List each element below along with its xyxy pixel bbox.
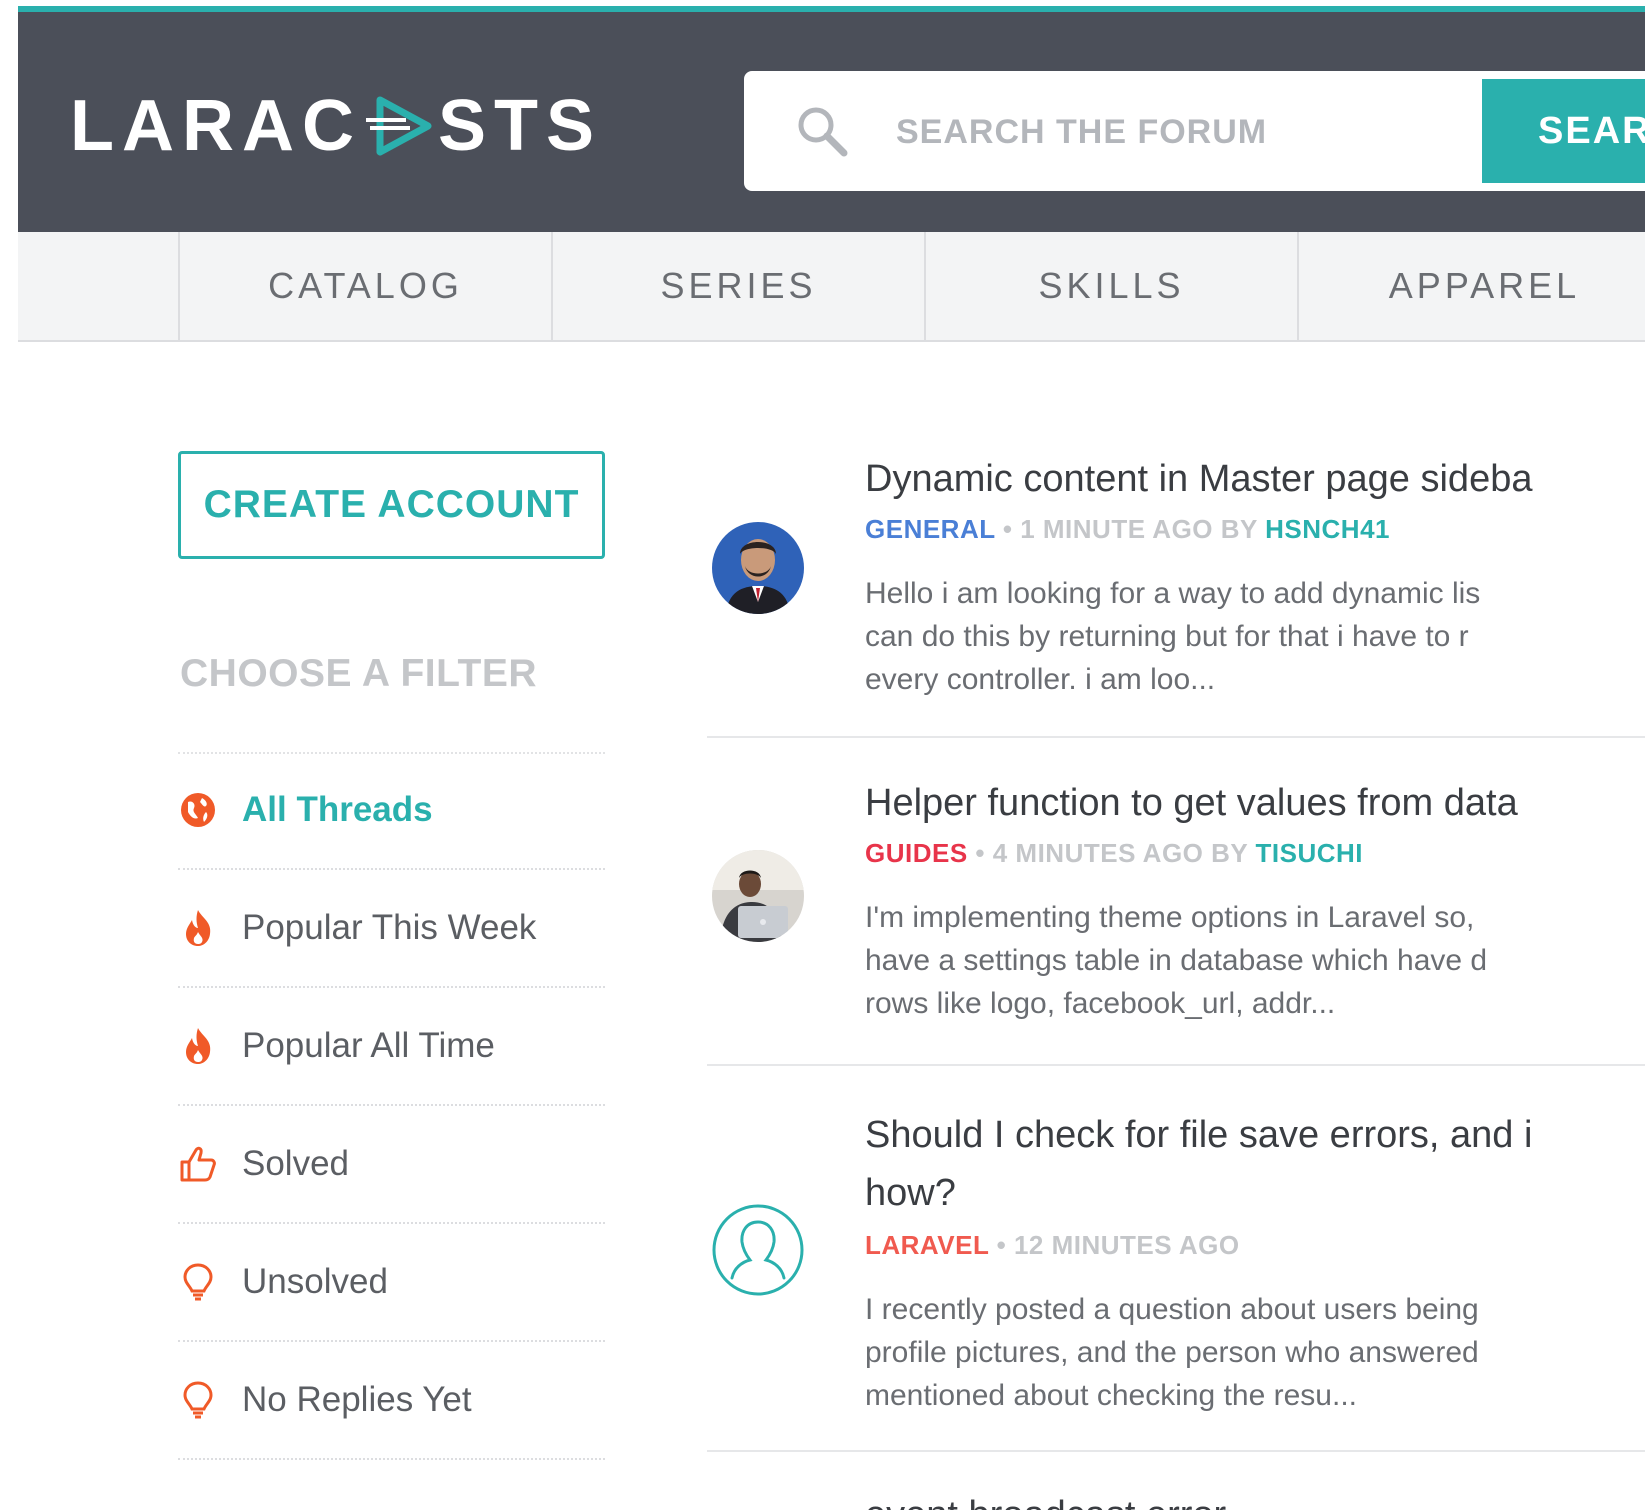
filter-label: Popular This Week <box>242 908 537 947</box>
thread-category[interactable]: GUIDES <box>865 838 968 868</box>
nav-item-series[interactable]: SERIES <box>551 232 924 340</box>
thread-excerpt: Hello i am looking for a way to add dyna… <box>865 577 1481 696</box>
thread-category[interactable]: LARAVEL <box>865 1230 989 1260</box>
logo-text-left: LARAC <box>70 86 362 166</box>
thread-title[interactable]: Helper function to get values from data <box>865 774 1518 832</box>
logo-text-right: STS <box>437 86 602 166</box>
filter-leaderboard[interactable] <box>178 1460 605 1510</box>
page: LARAC STS SEARCH CATALOG SERIES SKILLS A… <box>0 0 1645 1510</box>
filter-label: Unsolved <box>242 1262 388 1301</box>
filter-all-threads[interactable]: All Threads <box>178 752 605 870</box>
search-button[interactable]: SEARCH <box>1482 79 1645 183</box>
filter-unsolved[interactable]: Unsolved <box>178 1224 605 1342</box>
filter-label: Popular All Time <box>242 1026 495 1065</box>
thread-item[interactable]: Should I check for file save errors, and… <box>707 1094 1645 1452</box>
thread-author[interactable]: TISUCHI <box>1256 838 1364 868</box>
search-input[interactable] <box>894 101 1398 163</box>
thread-title[interactable]: event broadcast error <box>865 1486 1226 1510</box>
search-icon <box>798 107 848 157</box>
filter-no-replies-yet[interactable]: No Replies Yet <box>178 1342 605 1460</box>
thread-excerpt: I recently posted a question about users… <box>865 1293 1479 1412</box>
thread-meta: GENERAL • 1 MINUTE AGO BY HSNCH41 <box>865 514 1390 545</box>
filter-label: All Threads <box>242 790 433 829</box>
flame-icon <box>186 1028 211 1064</box>
nav-item-catalog[interactable]: CATALOG <box>178 232 551 340</box>
nav-item-apparel[interactable]: APPAREL <box>1297 232 1645 340</box>
thread-item[interactable]: event broadcast error <box>707 1480 1645 1510</box>
globe-icon <box>181 793 215 827</box>
main-nav: CATALOG SERIES SKILLS APPAREL <box>18 232 1645 342</box>
thread-excerpt: I'm implementing theme options in Larave… <box>865 901 1488 1020</box>
lightbulb-icon <box>183 1263 213 1301</box>
logo[interactable]: LARAC STS <box>70 90 602 162</box>
avatar <box>712 850 804 942</box>
filter-popular-this-week[interactable]: Popular This Week <box>178 870 605 988</box>
thread-time: • 1 MINUTE AGO BY <box>995 514 1266 544</box>
search-form: SEARCH <box>744 71 1645 191</box>
thread-meta: GUIDES • 4 MINUTES AGO BY TISUCHI <box>865 838 1363 869</box>
nav-item-skills[interactable]: SKILLS <box>924 232 1297 340</box>
thread-category[interactable]: GENERAL <box>865 514 995 544</box>
thread-item[interactable]: Dynamic content in Master page sideba GE… <box>707 440 1645 738</box>
filter-list: All Threads Popular This Week Popular Al… <box>178 752 605 1510</box>
thread-author[interactable]: HSNCH41 <box>1265 514 1390 544</box>
thread-title-continued[interactable]: how? <box>865 1164 956 1222</box>
filter-label: Solved <box>242 1144 350 1183</box>
default-user-icon <box>712 1204 804 1296</box>
thread-time: • 4 MINUTES AGO BY <box>967 838 1256 868</box>
thumbs-up-icon <box>180 1146 216 1182</box>
play-logo-icon <box>365 96 432 156</box>
filter-popular-all-time[interactable]: Popular All Time <box>178 988 605 1106</box>
avatar <box>712 522 804 614</box>
lightbulb-icon <box>183 1381 213 1419</box>
thread-meta: LARAVEL • 12 MINUTES AGO <box>865 1230 1240 1261</box>
flame-icon <box>186 910 211 946</box>
thread-title[interactable]: Dynamic content in Master page sideba <box>865 450 1532 508</box>
site-header: LARAC STS SEARCH <box>18 6 1645 232</box>
list-icon <box>178 1499 218 1510</box>
thread-title[interactable]: Should I check for file save errors, and… <box>865 1106 1532 1164</box>
filter-heading: CHOOSE A FILTER <box>180 652 538 695</box>
filter-label: No Replies Yet <box>242 1380 472 1419</box>
thread-time: • 12 MINUTES AGO <box>988 1230 1240 1260</box>
thread-item[interactable]: Helper function to get values from data … <box>707 766 1645 1066</box>
filter-solved[interactable]: Solved <box>178 1106 605 1224</box>
create-account-button[interactable]: CREATE ACCOUNT <box>178 451 605 559</box>
